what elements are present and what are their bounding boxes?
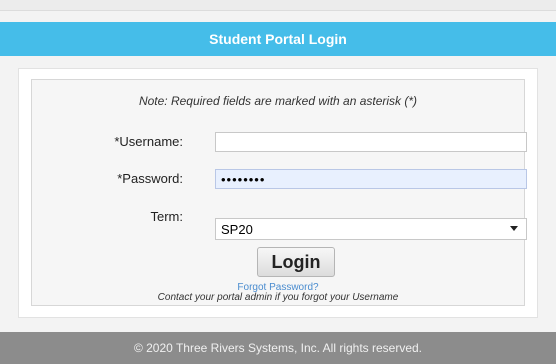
required-note: Note: Required fields are marked with an… [138,94,418,108]
username-label: *Username: [114,134,183,149]
term-label: Term: [150,209,184,224]
login-form: Note: Required fields are marked with an… [31,79,527,306]
browser-top-strip [0,0,556,11]
login-button[interactable]: Login [257,247,335,277]
term-selected-value: SP20 [221,221,253,237]
password-label: *Password: [117,171,183,186]
chevron-down-icon [510,226,518,231]
username-field[interactable] [215,132,527,152]
term-select[interactable]: SP20 [215,218,527,240]
page-title: Student Portal Login [209,31,347,47]
login-panel: Note: Required fields are marked with an… [18,68,538,318]
copyright-footer: © 2020 Three Rivers Systems, Inc. All ri… [0,332,556,364]
contact-admin-note: Contact your portal admin if you forgot … [157,292,399,303]
password-field[interactable] [215,169,527,189]
copyright-text: © 2020 Three Rivers Systems, Inc. All ri… [133,341,423,355]
portal-header: Student Portal Login [0,22,556,56]
